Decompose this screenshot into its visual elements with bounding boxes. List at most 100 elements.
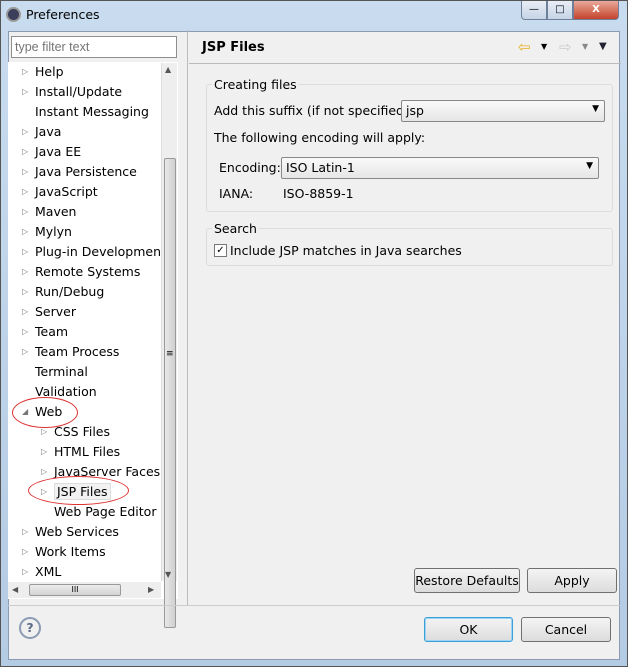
chevron-down-icon: ▼ <box>586 161 593 171</box>
tree-item[interactable]: ▷ CSS Files <box>41 422 110 442</box>
expand-icon[interactable]: ▷ <box>22 342 28 362</box>
eclipse-icon <box>6 7 21 22</box>
encoding-combo[interactable]: ISO Latin-1 ▼ <box>281 157 599 179</box>
encoding-note: The following encoding will apply: <box>214 130 426 145</box>
scroll-right-icon[interactable]: ▶ <box>148 585 154 594</box>
expand-icon[interactable]: ▷ <box>41 422 47 442</box>
tree-item-label: Web <box>35 404 63 419</box>
tree-item[interactable]: ◢ Web <box>22 402 63 422</box>
scroll-down-icon[interactable]: ▼ <box>165 570 171 579</box>
header-separator <box>189 63 621 64</box>
filter-input[interactable] <box>11 36 177 58</box>
tree-item[interactable]: ▷ JSP Files <box>41 482 111 502</box>
tree-item[interactable]: ▷ Work Items <box>22 542 106 562</box>
tree-item[interactable]: ▷ Team <box>22 322 69 342</box>
tree-item[interactable]: ▷ Mylyn <box>22 222 72 242</box>
tree-item[interactable]: ▷ HTML Files <box>41 442 120 462</box>
tree-item[interactable]: ▷ Web Services <box>22 522 119 542</box>
tree-item[interactable]: ▷ Help <box>22 62 64 82</box>
tree-item-label: Team Process <box>35 344 120 359</box>
back-dropdown-icon[interactable]: ▼ <box>541 42 547 51</box>
forward-dropdown-icon[interactable]: ▼ <box>582 42 588 51</box>
expand-icon[interactable]: ▷ <box>22 542 28 562</box>
sash[interactable] <box>187 30 188 605</box>
expand-icon[interactable]: ▷ <box>22 242 28 262</box>
expand-icon[interactable]: ▷ <box>22 142 28 162</box>
cancel-button[interactable]: Cancel <box>521 617 611 642</box>
suffix-combo[interactable]: jsp ▼ <box>401 100 605 122</box>
tree-item[interactable]: ▷ XML <box>22 562 62 582</box>
scroll-up-icon[interactable]: ▲ <box>165 65 171 74</box>
suffix-label: Add this suffix (if not specified): <box>214 103 414 118</box>
tree-item[interactable]: ▷ Install/Update <box>22 82 123 102</box>
close-button[interactable]: X <box>573 1 619 20</box>
expand-icon[interactable]: ▷ <box>22 562 28 582</box>
tree-item[interactable]: ▷ JavaServer Faces T <box>41 462 172 482</box>
expand-icon[interactable]: ▷ <box>22 302 28 322</box>
ok-button[interactable]: OK <box>424 617 513 642</box>
restore-defaults-button[interactable]: Restore Defaults <box>414 568 520 593</box>
tree-item[interactable]: ▷ Team Process <box>22 342 120 362</box>
horizontal-scroll-thumb[interactable]: III <box>29 584 121 596</box>
tree-item-label: Help <box>35 64 64 79</box>
expand-icon[interactable]: ▷ <box>22 202 28 222</box>
encoding-label: Encoding: <box>219 160 281 175</box>
tree-item-label: Maven <box>35 204 77 219</box>
tree-vertical-scrollbar[interactable]: ▲ ≡ ▼ <box>161 63 177 628</box>
expand-icon[interactable]: ▷ <box>41 482 47 502</box>
maximize-button[interactable]: □ <box>547 1 573 20</box>
tree-item[interactable]: Validation <box>35 382 97 402</box>
tree-horizontal-scrollbar[interactable]: ◀ III ▶ <box>8 582 161 598</box>
tree-item-label: CSS Files <box>54 424 110 439</box>
expand-icon[interactable]: ▷ <box>22 122 28 142</box>
tree-item[interactable]: ▷ JavaScript <box>22 182 98 202</box>
collapse-icon[interactable]: ◢ <box>22 402 28 422</box>
expand-icon[interactable]: ▷ <box>22 522 28 542</box>
tree-item-label: XML <box>35 564 62 579</box>
tree-item-label: Install/Update <box>35 84 123 99</box>
tree-item[interactable]: ▷ Remote Systems <box>22 262 140 282</box>
expand-icon[interactable]: ▷ <box>22 182 28 202</box>
forward-arrow-icon[interactable]: ⇨ <box>559 38 572 56</box>
page-title: JSP Files <box>202 40 265 55</box>
view-menu-icon[interactable]: ▼ <box>599 41 607 52</box>
apply-button[interactable]: Apply <box>527 568 617 593</box>
expand-icon[interactable]: ▷ <box>41 442 47 462</box>
tree-item-label: Web Services <box>35 524 119 539</box>
tree-item[interactable]: ▷ Server <box>22 302 76 322</box>
tree-item[interactable]: ▷ Java EE <box>22 142 81 162</box>
expand-icon[interactable]: ▷ <box>22 82 28 102</box>
window-title: Preferences <box>26 7 100 22</box>
tree-item[interactable]: ▷ Java <box>22 122 62 142</box>
tree-item-label: Server <box>35 304 76 319</box>
tree-item-label: Team <box>35 324 69 339</box>
back-arrow-icon[interactable]: ⇦ <box>518 38 531 56</box>
tree-item[interactable]: ▷ Run/Debug <box>22 282 104 302</box>
expand-icon[interactable]: ▷ <box>22 62 28 82</box>
help-icon[interactable]: ? <box>19 617 41 639</box>
minimize-button[interactable]: — <box>521 1 547 20</box>
vertical-scroll-thumb[interactable]: ≡ <box>164 158 176 628</box>
include-jsp-checkbox[interactable]: ✓ <box>214 244 227 257</box>
expand-icon[interactable]: ▷ <box>22 282 28 302</box>
tree-item[interactable]: Instant Messaging <box>35 102 149 122</box>
include-jsp-label[interactable]: Include JSP matches in Java searches <box>230 243 462 258</box>
tree-item-label: Instant Messaging <box>35 104 149 119</box>
scroll-left-icon[interactable]: ◀ <box>12 585 18 594</box>
tree-item[interactable]: ▷ Java Persistence <box>22 162 137 182</box>
tree-item[interactable]: ▷ Maven <box>22 202 77 222</box>
expand-icon[interactable]: ▷ <box>22 322 28 342</box>
expand-icon[interactable]: ▷ <box>22 262 28 282</box>
search-label: Search <box>212 221 259 236</box>
tree-item[interactable]: ▷ Plug-in Development <box>22 242 166 262</box>
expand-icon[interactable]: ▷ <box>22 162 28 182</box>
tree-item-label: Web Page Editor <box>54 504 157 519</box>
tree-item-label: Java Persistence <box>35 164 137 179</box>
expand-icon[interactable]: ▷ <box>22 222 28 242</box>
tree-item-label: Java <box>35 124 62 139</box>
preference-tree: ▷ Help ▷ Install/Update Instant Messaging ▷ Ja… <box>8 62 178 599</box>
expand-icon[interactable]: ▷ <box>41 462 47 482</box>
suffix-value: jsp <box>406 103 424 118</box>
tree-item[interactable]: Terminal <box>35 362 88 382</box>
tree-item[interactable]: Web Page Editor <box>54 502 156 522</box>
